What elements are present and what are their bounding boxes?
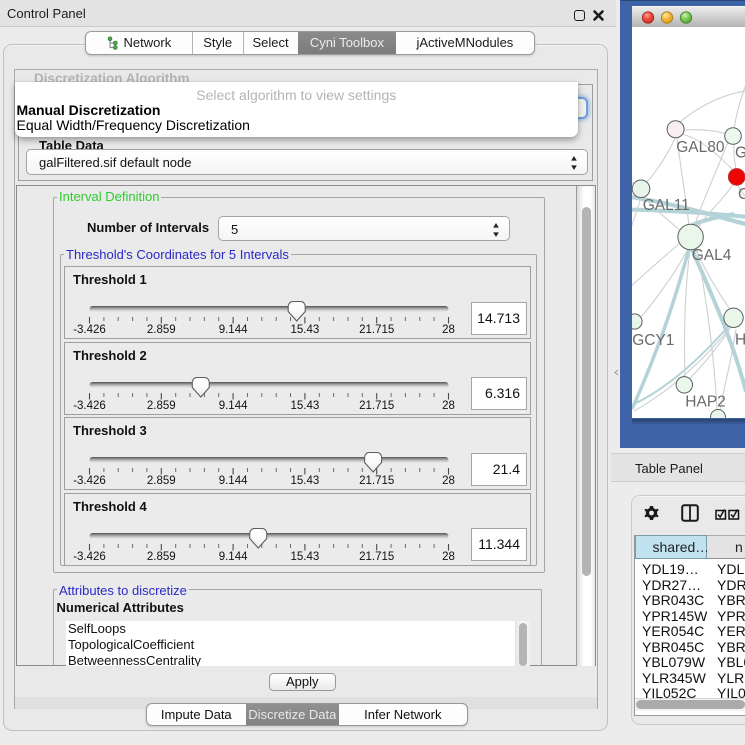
svg-text:28: 28 <box>442 324 455 336</box>
svg-text:15.43: 15.43 <box>291 551 320 563</box>
svg-text:H: H <box>735 332 745 349</box>
svg-text:15.43: 15.43 <box>291 400 320 412</box>
svg-text:28: 28 <box>442 551 455 563</box>
svg-text:9.144: 9.144 <box>219 475 248 487</box>
svg-text:21.715: 21.715 <box>359 551 394 563</box>
svg-text:21.715: 21.715 <box>359 400 394 412</box>
svg-text:9.144: 9.144 <box>219 324 248 336</box>
svg-text:-3.426: -3.426 <box>73 551 106 563</box>
svg-text:GA: GA <box>735 145 745 162</box>
svg-text:-3.426: -3.426 <box>73 324 106 336</box>
svg-text:21.715: 21.715 <box>359 475 394 487</box>
svg-text:28: 28 <box>442 400 455 412</box>
svg-text:GAL4: GAL4 <box>692 247 732 264</box>
svg-text:2.859: 2.859 <box>147 551 176 563</box>
svg-text:9.144: 9.144 <box>219 551 248 563</box>
svg-text:HAP2: HAP2 <box>685 394 726 411</box>
svg-text:28: 28 <box>442 475 455 487</box>
svg-text:21.715: 21.715 <box>359 324 394 336</box>
svg-text:2.859: 2.859 <box>147 475 176 487</box>
svg-text:15.43: 15.43 <box>291 324 320 336</box>
svg-text:2.859: 2.859 <box>147 324 176 336</box>
svg-text:9.144: 9.144 <box>219 400 248 412</box>
svg-text:-3.426: -3.426 <box>73 400 106 412</box>
svg-text:GAL11: GAL11 <box>643 197 690 214</box>
svg-text:C: C <box>738 186 745 203</box>
svg-text:-3.426: -3.426 <box>73 475 106 487</box>
svg-text:GCY1: GCY1 <box>632 332 674 349</box>
svg-text:15.43: 15.43 <box>291 475 320 487</box>
svg-text:2.859: 2.859 <box>147 400 176 412</box>
svg-text:GAL80: GAL80 <box>676 139 725 156</box>
